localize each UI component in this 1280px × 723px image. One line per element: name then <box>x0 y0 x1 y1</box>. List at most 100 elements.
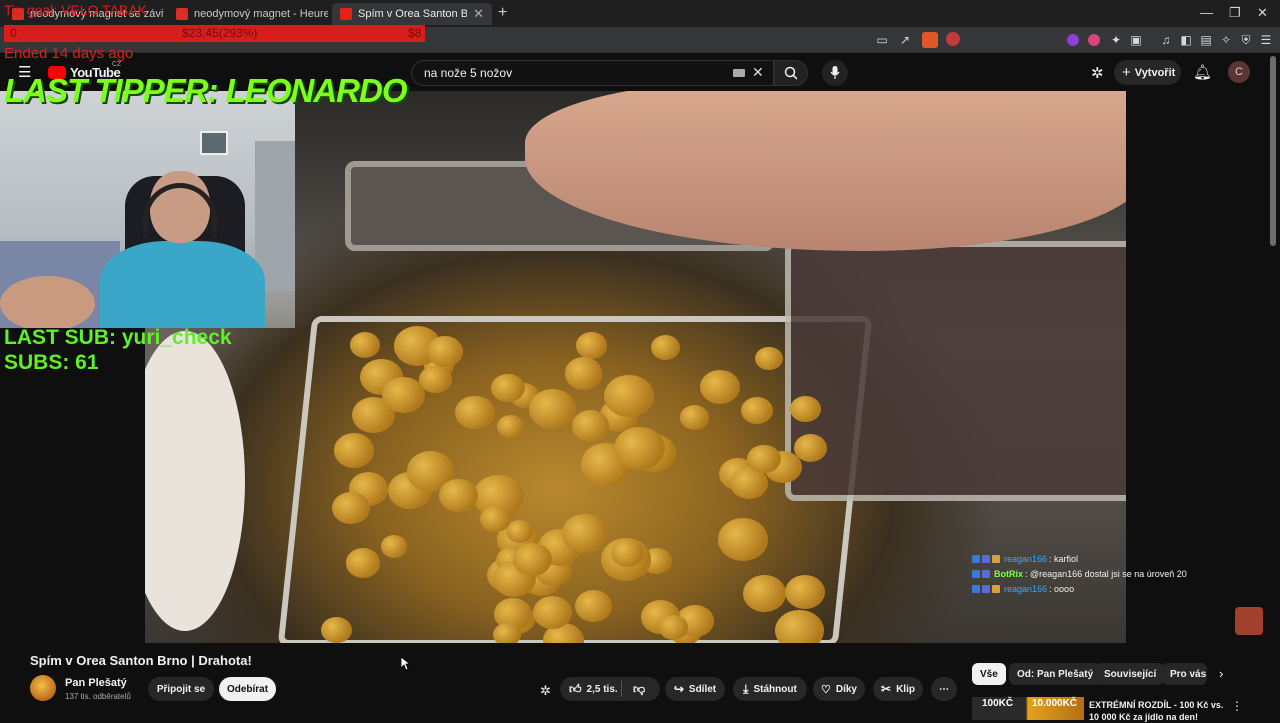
subscribe-button[interactable]: Odebírat <box>219 677 276 701</box>
thumbnail-text: 100KČ <box>982 698 1014 709</box>
channel-avatar[interactable] <box>30 675 56 701</box>
gemini-sparkle-icon[interactable]: ✲ <box>1091 64 1104 82</box>
download-button[interactable]: ⤓ Stáhnout <box>733 677 807 701</box>
potato <box>743 575 787 612</box>
potato <box>345 548 381 578</box>
chat-user: reagan166 <box>1004 554 1048 564</box>
potato <box>512 542 552 576</box>
microphone-icon <box>830 66 840 79</box>
thanks-button[interactable]: ♡ Díky <box>813 677 865 701</box>
last-tipper-label: LAST TIPPER: LEONARDO <box>4 72 408 109</box>
webcam-overlay <box>0 91 295 328</box>
chat-message: BotRix : @reagan166 dostal jsi se na úro… <box>972 569 1187 579</box>
potato <box>610 538 644 567</box>
close-tab-icon[interactable]: ✕ <box>467 6 484 22</box>
minimize-window-icon[interactable]: — <box>1200 5 1213 20</box>
potato <box>575 332 607 359</box>
browser-tab-active[interactable]: Spím v Orea Santon Brno | Dr… ✕ <box>332 3 492 25</box>
more-vertical-icon[interactable]: ⋮ <box>1231 699 1243 713</box>
recommendation-title[interactable]: EXTRÉMNÍ ROZDÍL - 100 Kč vs. 10 000 Kč z… <box>1089 699 1229 723</box>
page-scrollbar[interactable] <box>1270 56 1276 246</box>
vpn-shield-icon[interactable]: ⛨ <box>1238 32 1254 48</box>
chip-for-you[interactable]: Pro vás <box>1162 663 1207 685</box>
scissors-icon: ✂ <box>881 682 892 696</box>
goal-progress-value: $23.45(293%) <box>182 26 258 40</box>
like-count[interactable]: 2,5 tis. <box>587 684 618 695</box>
more-actions-button[interactable]: ⋯ <box>931 677 957 701</box>
channel-name[interactable]: Pan Plešatý <box>65 677 127 689</box>
chip-all[interactable]: Vše <box>972 663 1006 685</box>
ask-ai-icon[interactable]: ✲ <box>540 683 551 699</box>
clear-search-icon[interactable]: ✕ <box>752 64 764 81</box>
restore-window-icon[interactable]: ❐ <box>1229 5 1241 21</box>
extension-icon[interactable] <box>1067 34 1079 46</box>
keyboard-icon[interactable] <box>733 69 745 77</box>
badge-icon <box>982 555 990 563</box>
extensions-puzzle-icon[interactable]: ✦ <box>1108 32 1124 48</box>
sidebar-icon[interactable]: ◧ <box>1178 32 1194 48</box>
browser-tab-bar: neodymový magnet se závitem 2 … neodymov… <box>0 0 1280 27</box>
potato <box>614 426 666 471</box>
potato <box>754 346 783 371</box>
subs-count-label: SUBS: 61 <box>4 351 99 374</box>
potato <box>529 389 577 429</box>
potato <box>650 334 680 360</box>
extension-icon[interactable] <box>1088 34 1100 46</box>
media-control-icon[interactable]: ♫ <box>1158 32 1174 48</box>
join-button[interactable]: Připojit se <box>148 677 214 701</box>
new-tab-button[interactable]: + <box>498 4 507 22</box>
potato <box>333 433 375 468</box>
potato <box>572 410 610 442</box>
search-input[interactable]: na nože 5 nožov ✕ <box>411 60 774 86</box>
voice-search-button[interactable] <box>822 60 848 86</box>
chip-from-channel[interactable]: Od: Pan Plešatý <box>1009 663 1102 685</box>
potato <box>740 396 773 425</box>
menu-icon[interactable]: ☰ <box>1258 32 1274 48</box>
recommendation-thumbnail[interactable]: 100KČ 10.000KČ <box>972 697 1084 720</box>
more-horizontal-icon: ⋯ <box>939 683 949 695</box>
share-button[interactable]: ↪ Sdílet <box>665 677 725 701</box>
cast-icon[interactable]: ▭ <box>874 32 890 48</box>
browser-tab[interactable]: neodymový magnet - Heureka.cz <box>168 3 328 25</box>
streamer-arm <box>0 276 95 328</box>
brave-shield-icon[interactable] <box>922 32 938 48</box>
account-avatar[interactable]: C <box>1228 61 1250 83</box>
chat-text: : @reagan166 dostal jsi se na úroveň 20 <box>1025 569 1187 579</box>
chat-text: : oooo <box>1049 584 1075 594</box>
thumbs-down-icon[interactable]: 👎︎ <box>633 682 645 697</box>
chat-message: reagan166 : karfiol <box>972 554 1078 564</box>
search-input-value: na nože 5 nožov <box>424 66 513 80</box>
badge-icon <box>992 555 1000 563</box>
chip-related[interactable]: Související <box>1096 663 1165 685</box>
chevron-right-icon[interactable]: › <box>1219 666 1223 681</box>
clip-label: Klip <box>896 683 915 695</box>
badge-icon <box>982 570 990 578</box>
badge-icon <box>992 585 1000 593</box>
potato <box>321 616 353 643</box>
potato <box>790 395 821 422</box>
screenshot-icon[interactable]: ▣ <box>1128 32 1144 48</box>
rewards-icon[interactable] <box>946 32 960 46</box>
create-button[interactable]: + Vytvořit <box>1114 60 1181 85</box>
badge-icon <box>972 570 980 578</box>
clip-button[interactable]: ✂ Klip <box>873 677 923 701</box>
chat-message: reagan166 : oooo <box>972 584 1074 594</box>
tab-favicon-icon <box>176 8 188 20</box>
chat-user: reagan166 <box>1004 584 1048 594</box>
potato <box>381 376 426 414</box>
tip-goal-progress-bar: 0 $23.45(293%) $8 <box>4 25 425 42</box>
share-page-icon[interactable]: ↗ <box>897 32 913 48</box>
potato <box>604 374 654 417</box>
leo-ai-icon[interactable]: ✧ <box>1218 32 1234 48</box>
wallet-icon[interactable]: ▤ <box>1198 32 1214 48</box>
badge-icon <box>972 555 980 563</box>
close-window-icon[interactable]: ✕ <box>1257 5 1268 21</box>
plate <box>145 331 245 631</box>
potato <box>332 492 370 525</box>
thanks-label: Díky <box>835 683 857 695</box>
plus-icon: + <box>1122 64 1131 81</box>
goal-min: 0 <box>10 26 17 40</box>
thumbs-up-icon[interactable]: 👍︎ <box>569 682 582 697</box>
search-button[interactable] <box>774 60 808 86</box>
notifications-bell-icon[interactable]: 🔔︎ <box>1193 63 1212 81</box>
